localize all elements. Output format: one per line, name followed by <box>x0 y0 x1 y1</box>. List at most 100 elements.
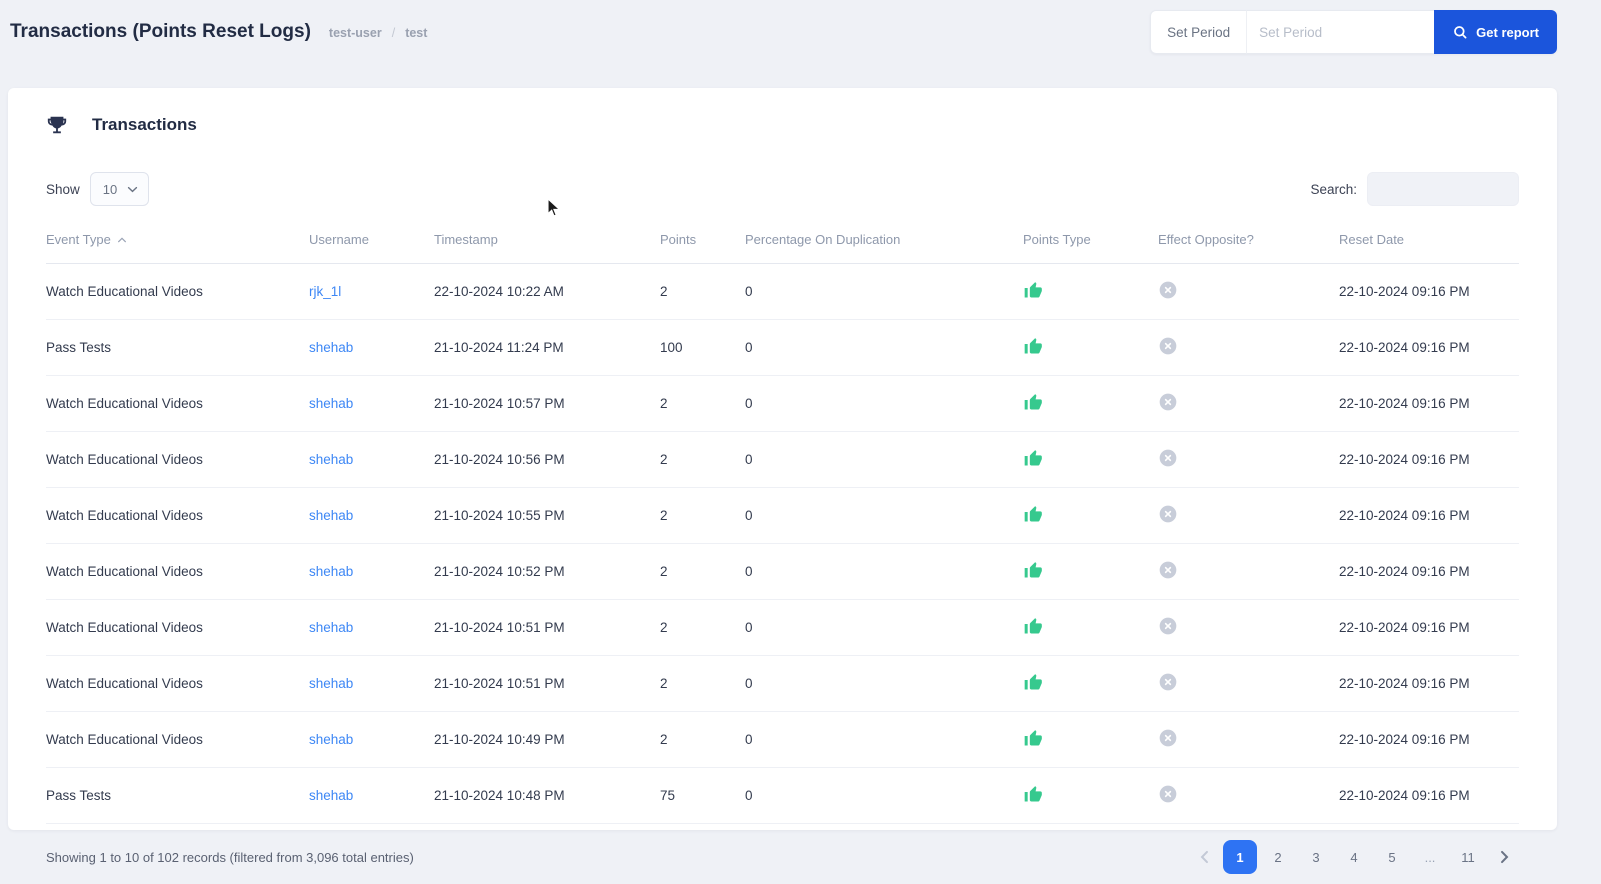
column-header-username[interactable]: Username <box>309 232 434 264</box>
event-type-cell: Watch Educational Videos <box>46 711 309 768</box>
x-circle-icon <box>1158 336 1178 356</box>
thumbs-up-icon <box>1023 616 1043 636</box>
transactions-table: Event Type Username Timestamp Points Per… <box>46 232 1519 824</box>
thumbs-up-icon <box>1023 504 1043 524</box>
timestamp-cell: 21-10-2024 10:48 PM <box>434 767 660 824</box>
pagination: 1 2 3 4 5... 11 <box>1189 840 1519 874</box>
username-link[interactable]: shehab <box>309 340 353 355</box>
effect-opposite-cell <box>1158 319 1339 376</box>
trophy-icon <box>46 114 68 136</box>
username-link[interactable]: shehab <box>309 452 353 467</box>
username-link[interactable]: shehab <box>309 732 353 747</box>
timestamp-cell: 21-10-2024 10:55 PM <box>434 487 660 544</box>
username-cell: rjk_1l <box>309 263 434 320</box>
percentage-cell: 0 <box>745 655 1023 712</box>
thumbs-up-icon <box>1023 392 1043 412</box>
reset-date-cell: 22-10-2024 09:16 PM <box>1339 767 1519 824</box>
username-cell: shehab <box>309 599 434 656</box>
points-cell: 2 <box>660 375 745 432</box>
timestamp-cell: 21-10-2024 10:49 PM <box>434 711 660 768</box>
thumbs-up-icon <box>1023 448 1043 468</box>
points-type-cell <box>1023 263 1158 320</box>
topbar: Transactions (Points Reset Logs) test-us… <box>0 0 1601 64</box>
event-type-cell: Watch Educational Videos <box>46 375 309 432</box>
points-cell: 2 <box>660 487 745 544</box>
event-type-cell: Pass Tests <box>46 767 309 824</box>
column-header-reset-date[interactable]: Reset Date <box>1339 232 1519 264</box>
x-circle-icon <box>1158 784 1178 804</box>
previous-page-button[interactable] <box>1189 840 1219 874</box>
x-circle-icon <box>1158 448 1178 468</box>
username-link[interactable]: shehab <box>309 564 353 579</box>
username-link[interactable]: rjk_1l <box>309 284 341 299</box>
username-link[interactable]: shehab <box>309 676 353 691</box>
page-button[interactable]: 3 <box>1299 840 1333 874</box>
reset-date-cell: 22-10-2024 09:16 PM <box>1339 375 1519 432</box>
effect-opposite-cell <box>1158 599 1339 656</box>
show-label: Show <box>46 181 80 197</box>
reset-date-cell: 22-10-2024 09:16 PM <box>1339 655 1519 712</box>
points-type-cell <box>1023 711 1158 768</box>
pagination-ellipsis: ... <box>1413 840 1447 874</box>
username-link[interactable]: shehab <box>309 788 353 803</box>
page-title: Transactions (Points Reset Logs) <box>10 21 311 42</box>
effect-opposite-cell <box>1158 263 1339 320</box>
search-input[interactable] <box>1367 172 1519 206</box>
breadcrumb-item-user[interactable]: test-user <box>329 26 382 40</box>
effect-opposite-cell <box>1158 711 1339 768</box>
event-type-cell: Pass Tests <box>46 319 309 376</box>
page-button[interactable]: 5 <box>1375 840 1409 874</box>
points-cell: 2 <box>660 431 745 488</box>
page-button[interactable]: 1 <box>1223 840 1257 874</box>
search-label: Search: <box>1310 181 1357 197</box>
x-circle-icon <box>1158 728 1178 748</box>
next-page-button[interactable] <box>1489 840 1519 874</box>
column-header-points[interactable]: Points <box>660 232 745 264</box>
table-body: Watch Educational Videos rjk_1l 22-10-20… <box>46 263 1519 824</box>
percentage-cell: 0 <box>745 319 1023 376</box>
report-toolbar: Set Period Get report <box>1150 10 1557 54</box>
username-cell: shehab <box>309 767 434 824</box>
page-button[interactable]: 11 <box>1451 840 1485 874</box>
timestamp-cell: 22-10-2024 10:22 AM <box>434 263 660 320</box>
points-type-cell <box>1023 319 1158 376</box>
percentage-cell: 0 <box>745 431 1023 488</box>
thumbs-up-icon <box>1023 280 1043 300</box>
column-header-timestamp[interactable]: Timestamp <box>434 232 660 264</box>
points-type-cell <box>1023 767 1158 824</box>
table-header-row: Event Type Username Timestamp Points Per… <box>46 232 1519 264</box>
points-type-cell <box>1023 599 1158 656</box>
table-row: Watch Educational Videos shehab 21-10-20… <box>46 543 1519 600</box>
table-row: Watch Educational Videos shehab 21-10-20… <box>46 375 1519 432</box>
percentage-cell: 0 <box>745 599 1023 656</box>
column-header-effect-opposite[interactable]: Effect Opposite? <box>1158 232 1339 264</box>
page-button[interactable]: 4 <box>1337 840 1371 874</box>
page-size-value: 10 <box>102 181 118 197</box>
timestamp-cell: 21-10-2024 10:57 PM <box>434 375 660 432</box>
table-row: Watch Educational Videos shehab 21-10-20… <box>46 711 1519 768</box>
points-cell: 2 <box>660 263 745 320</box>
thumbs-up-icon <box>1023 672 1043 692</box>
event-type-cell: Watch Educational Videos <box>46 487 309 544</box>
set-period-input[interactable] <box>1246 10 1435 54</box>
effect-opposite-cell <box>1158 375 1339 432</box>
column-header-points-type[interactable]: Points Type <box>1023 232 1158 264</box>
event-type-cell: Watch Educational Videos <box>46 543 309 600</box>
points-type-cell <box>1023 431 1158 488</box>
username-link[interactable]: shehab <box>309 396 353 411</box>
reset-date-cell: 22-10-2024 09:16 PM <box>1339 543 1519 600</box>
username-link[interactable]: shehab <box>309 620 353 635</box>
table-row: Watch Educational Videos shehab 21-10-20… <box>46 487 1519 544</box>
points-type-cell <box>1023 487 1158 544</box>
page-button[interactable]: 2 <box>1261 840 1295 874</box>
get-report-label: Get report <box>1476 24 1539 40</box>
percentage-cell: 0 <box>745 487 1023 544</box>
event-type-cell: Watch Educational Videos <box>46 599 309 656</box>
breadcrumb-item-test[interactable]: test <box>405 26 427 40</box>
column-header-event-type[interactable]: Event Type <box>46 232 309 264</box>
username-link[interactable]: shehab <box>309 508 353 523</box>
page-size-select[interactable]: 10 <box>89 172 150 206</box>
column-header-percentage[interactable]: Percentage On Duplication <box>745 232 1023 264</box>
get-report-button[interactable]: Get report <box>1434 10 1557 54</box>
effect-opposite-cell <box>1158 431 1339 488</box>
